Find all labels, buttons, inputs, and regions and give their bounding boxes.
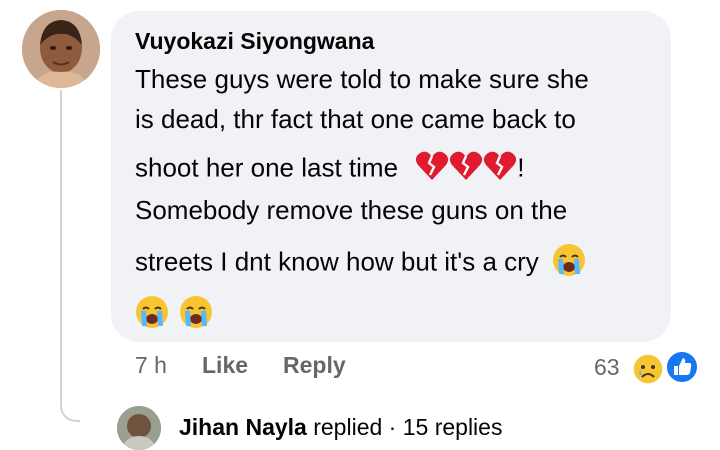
comment-line-3-suffix: !	[517, 152, 525, 183]
crying-face-icon	[552, 243, 586, 284]
crying-face-icon	[179, 295, 213, 336]
thread-connector-line	[60, 90, 80, 422]
reply-author-avatar[interactable]	[117, 406, 161, 450]
crying-face-icon	[135, 295, 169, 336]
comment-line-5: streets I dnt know how but it's a cry	[135, 243, 586, 284]
reply-count[interactable]: 15 replies	[403, 414, 503, 440]
comment-line-4: Somebody remove these guns on the	[135, 195, 568, 225]
comment-timestamp[interactable]: 7 h	[135, 352, 167, 379]
comment-line-3-text: shoot her one last time	[135, 152, 399, 183]
like-button[interactable]: Like	[202, 352, 248, 379]
reply-separator: ·	[388, 414, 397, 440]
reply-verb: replied	[313, 414, 383, 440]
reply-button[interactable]: Reply	[283, 352, 346, 379]
reaction-icons[interactable]	[632, 348, 699, 390]
sad-face-icon	[632, 353, 664, 390]
comment-line-2: is dead, thr fact that one came back to	[135, 104, 576, 134]
thumbs-up-icon	[665, 350, 699, 389]
comment-line-3: shoot her one last time !	[135, 151, 525, 188]
reaction-count[interactable]: 63	[594, 354, 620, 381]
comment-line-5-text: streets I dnt know how but it's a cry	[135, 246, 539, 277]
comment-line-6	[135, 295, 213, 336]
author-avatar[interactable]	[22, 10, 100, 88]
comment-author-name[interactable]: Vuyokazi Siyongwana	[135, 28, 374, 55]
comment-line-1: These guys were told to make sure she	[135, 64, 589, 94]
broken-heart-icon	[483, 151, 517, 188]
broken-heart-icon	[415, 151, 449, 188]
broken-heart-icon	[449, 151, 483, 188]
reply-author-name[interactable]: Jihan Nayla	[179, 414, 307, 440]
